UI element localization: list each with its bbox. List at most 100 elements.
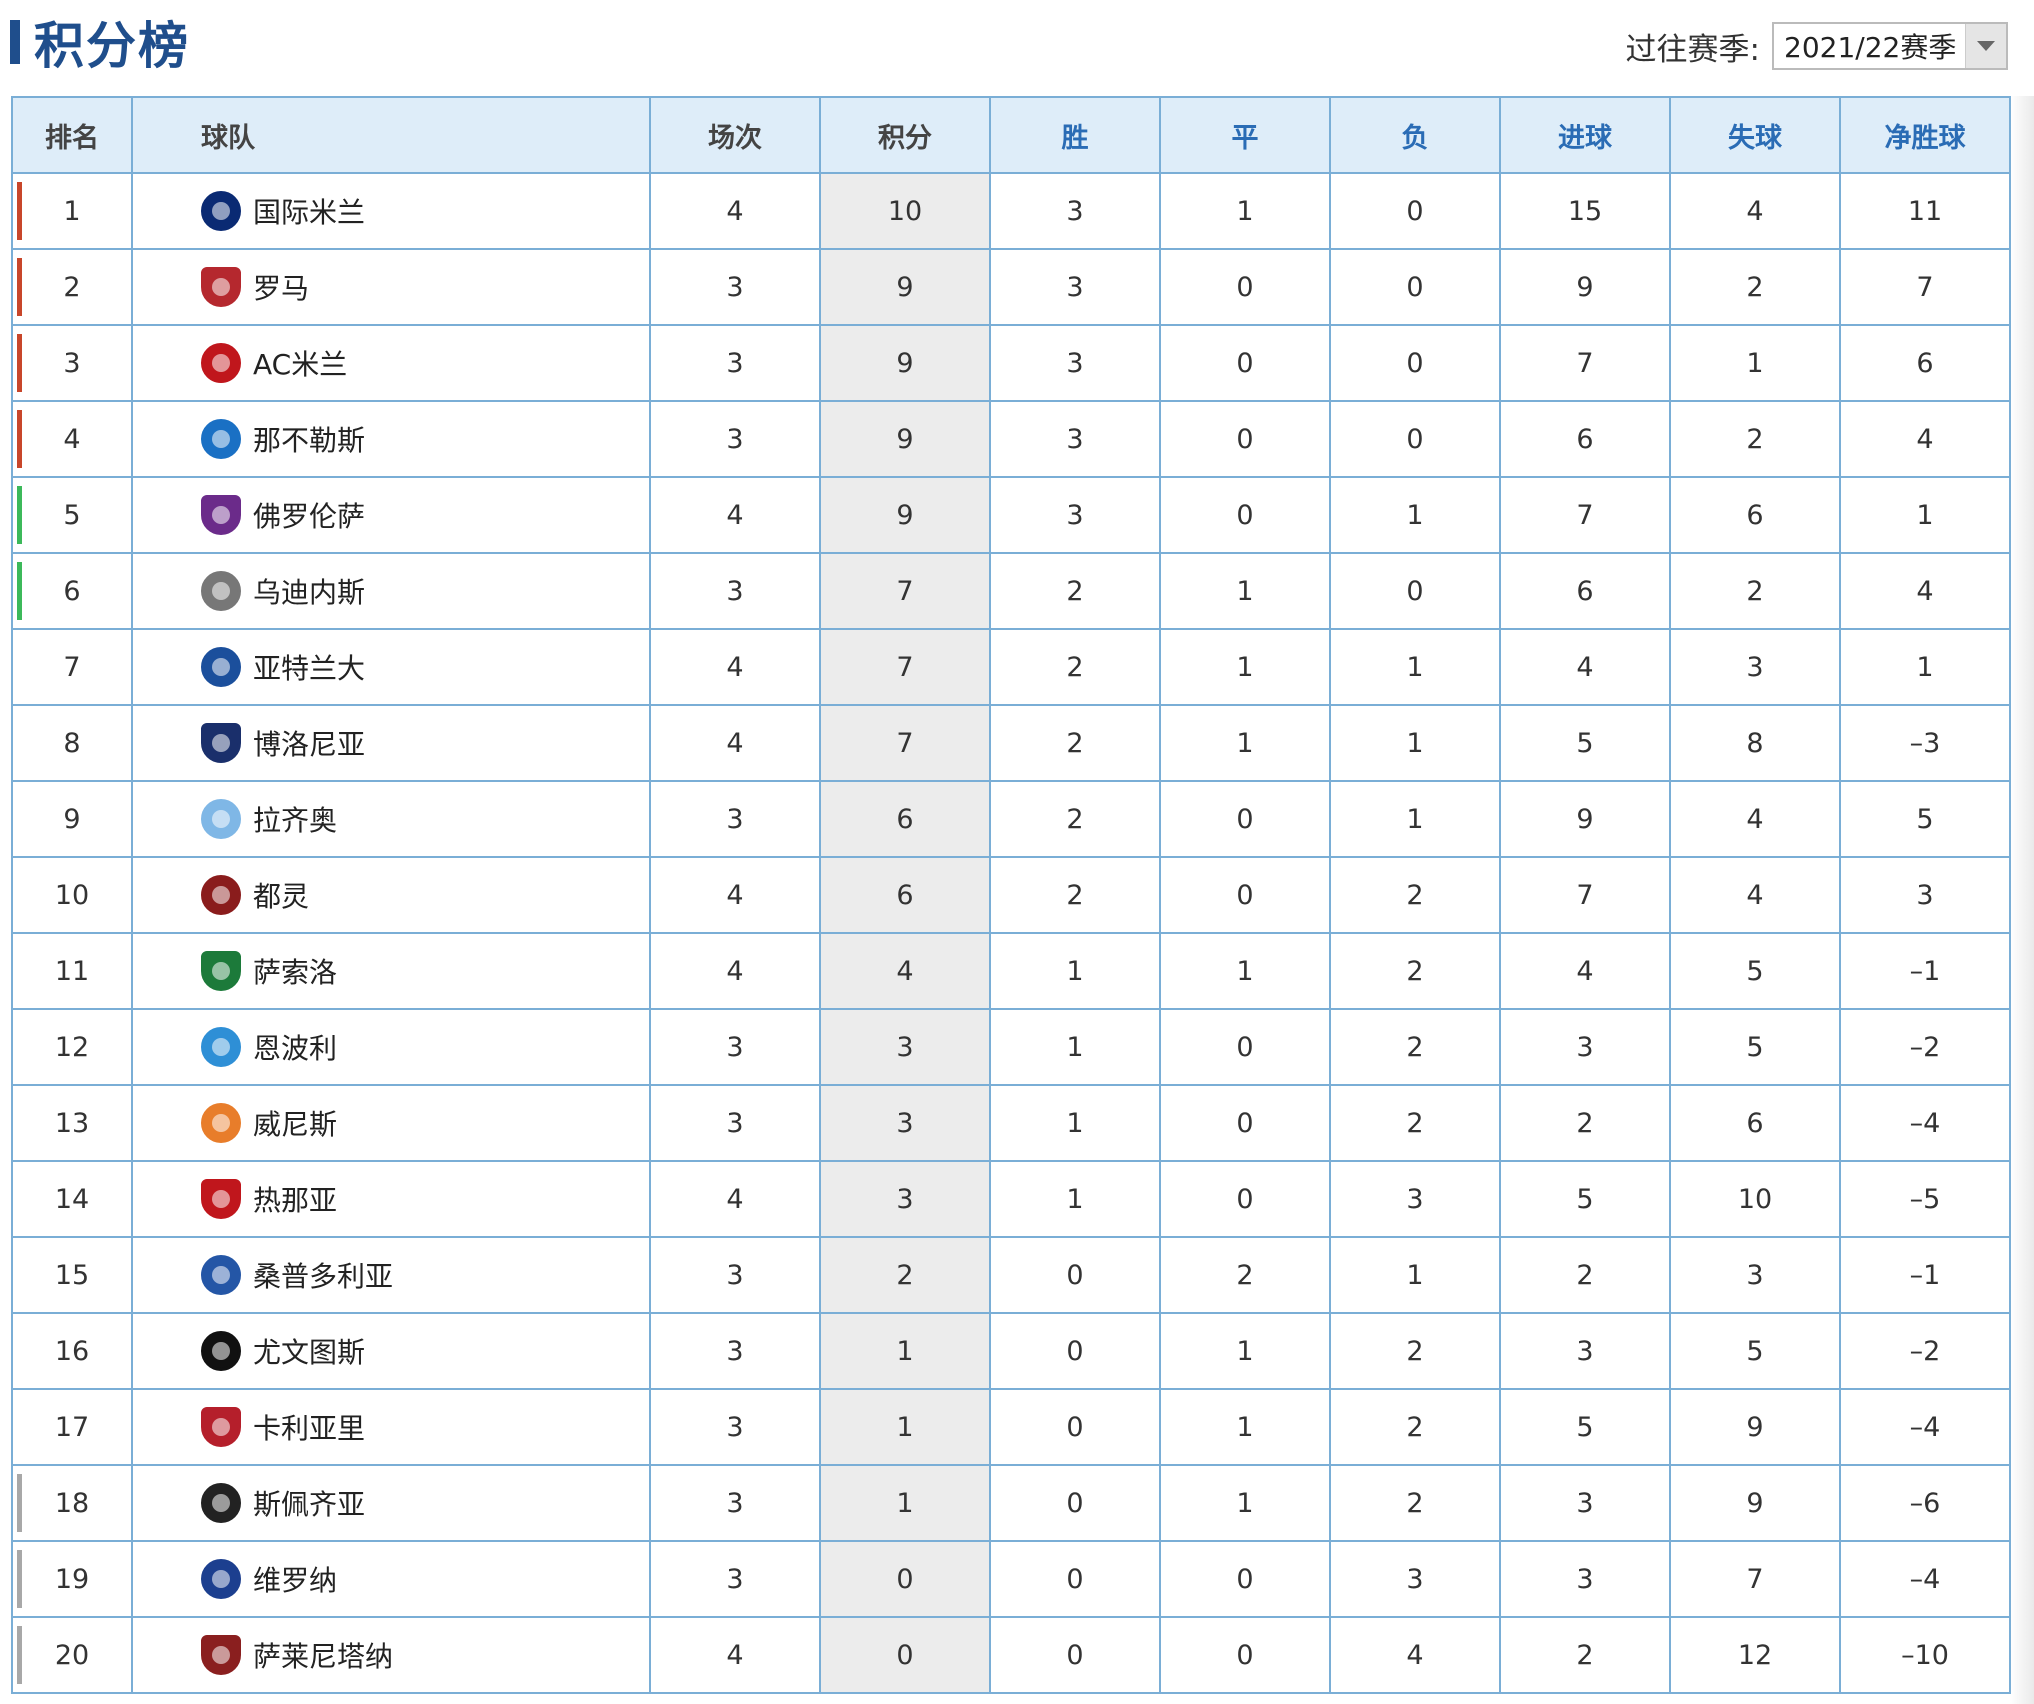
played-cell: 4: [649, 856, 821, 934]
rank-value: 6: [63, 575, 81, 607]
draws-cell: 2: [1159, 1236, 1331, 1314]
team-name-link[interactable]: 乌迪内斯: [253, 571, 365, 611]
team-name-link[interactable]: 萨莱尼塔纳: [253, 1635, 393, 1675]
table-row: 11 萨索洛 4 4 1 1 2 4 5 –1: [11, 932, 2011, 1010]
goals-for-cell: 3: [1499, 1312, 1671, 1390]
goals-for-cell: 3: [1499, 1540, 1671, 1618]
rank-cell: 5: [11, 476, 133, 554]
draws-cell: 1: [1159, 172, 1331, 250]
team-cell: 尤文图斯: [131, 1312, 651, 1390]
season-selected-value: 2021/22赛季: [1784, 31, 1957, 64]
wins-cell: 2: [989, 856, 1161, 934]
team-name-link[interactable]: 国际米兰: [253, 191, 365, 231]
table-row: 10 都灵 4 6 2 0 2 7 4 3: [11, 856, 2011, 934]
table-row: 13 威尼斯 3 3 1 0 2 2 6 –4: [11, 1084, 2011, 1162]
played-cell: 4: [649, 628, 821, 706]
draws-cell: 1: [1159, 932, 1331, 1010]
team-name-link[interactable]: AC米兰: [253, 343, 347, 383]
team-name-link[interactable]: 萨索洛: [253, 951, 337, 991]
rank-value: 12: [54, 1031, 90, 1063]
points-cell: 6: [819, 856, 991, 934]
europa-zone-marker: [17, 562, 22, 620]
rank-value: 18: [54, 1487, 90, 1519]
goals-for-cell: 6: [1499, 400, 1671, 478]
team-cell: 佛罗伦萨: [131, 476, 651, 554]
rank-cell: 14: [11, 1160, 133, 1238]
udinese-crest-icon: [201, 571, 241, 611]
team-name-link[interactable]: 都灵: [253, 875, 309, 915]
wins-cell: 2: [989, 704, 1161, 782]
rank-value: 17: [54, 1411, 90, 1443]
wins-cell: 2: [989, 780, 1161, 858]
standings-table: 排名 球队 场次 积分 胜 平 负 进球 失球 净胜球 1 国际米兰 4 10 3 1 0 1…: [11, 96, 2011, 1694]
napoli-crest-icon: [201, 419, 241, 459]
goals-for-cell: 2: [1499, 1084, 1671, 1162]
draws-cell: 1: [1159, 628, 1331, 706]
team-name-link[interactable]: 那不勒斯: [253, 419, 365, 459]
team-name-link[interactable]: 桑普多利亚: [253, 1255, 393, 1295]
team-name-link[interactable]: 佛罗伦萨: [253, 495, 365, 535]
team-name-link[interactable]: 罗马: [253, 267, 309, 307]
losses-cell: 3: [1329, 1160, 1501, 1238]
points-cell: 9: [819, 248, 991, 326]
empoli-crest-icon: [201, 1027, 241, 1067]
points-cell: 0: [819, 1540, 991, 1618]
rank-value: 15: [54, 1259, 90, 1291]
sampdoria-crest-icon: [201, 1255, 241, 1295]
goals-for-cell: 7: [1499, 324, 1671, 402]
team-name-link[interactable]: 恩波利: [253, 1027, 337, 1067]
season-dropdown[interactable]: 2021/22赛季: [1772, 22, 2008, 70]
rank-cell: 19: [11, 1540, 133, 1618]
header-team: 球队: [131, 96, 651, 174]
atalanta-crest-icon: [201, 647, 241, 687]
team-cell: 萨莱尼塔纳: [131, 1616, 651, 1694]
rank-cell: 15: [11, 1236, 133, 1314]
wins-cell: 2: [989, 552, 1161, 630]
goals-for-cell: 3: [1499, 1464, 1671, 1542]
points-cell: 1: [819, 1464, 991, 1542]
rank-cell: 18: [11, 1464, 133, 1542]
draws-cell: 1: [1159, 1464, 1331, 1542]
team-name-link[interactable]: 维罗纳: [253, 1559, 337, 1599]
page-title-bar: 积分榜: [10, 14, 190, 75]
goals-for-cell: 2: [1499, 1236, 1671, 1314]
team-cell: 那不勒斯: [131, 400, 651, 478]
rank-cell: 11: [11, 932, 133, 1010]
losses-cell: 0: [1329, 248, 1501, 326]
wins-cell: 0: [989, 1464, 1161, 1542]
rank-cell: 13: [11, 1084, 133, 1162]
wins-cell: 1: [989, 1084, 1161, 1162]
team-name-link[interactable]: 博洛尼亚: [253, 723, 365, 763]
chevron-down-icon[interactable]: [1965, 24, 2006, 68]
team-cell: 桑普多利亚: [131, 1236, 651, 1314]
goals-against-cell: 1: [1669, 324, 1841, 402]
rank-cell: 2: [11, 248, 133, 326]
team-name-link[interactable]: 卡利亚里: [253, 1407, 365, 1447]
team-name-link[interactable]: 尤文图斯: [253, 1331, 365, 1371]
rank-value: 14: [54, 1183, 90, 1215]
wins-cell: 1: [989, 1008, 1161, 1086]
team-name-link[interactable]: 斯佩齐亚: [253, 1483, 365, 1523]
rank-cell: 12: [11, 1008, 133, 1086]
wins-cell: 0: [989, 1236, 1161, 1314]
goal-difference-cell: 4: [1839, 400, 2011, 478]
losses-cell: 1: [1329, 704, 1501, 782]
team-cell: 斯佩齐亚: [131, 1464, 651, 1542]
played-cell: 3: [649, 780, 821, 858]
losses-cell: 0: [1329, 324, 1501, 402]
goal-difference-cell: –3: [1839, 704, 2011, 782]
salernitana-crest-icon: [201, 1635, 241, 1675]
draws-cell: 0: [1159, 1084, 1331, 1162]
losses-cell: 3: [1329, 1540, 1501, 1618]
draws-cell: 0: [1159, 1008, 1331, 1086]
table-row: 20 萨莱尼塔纳 4 0 0 0 4 2 12 –10: [11, 1616, 2011, 1694]
rank-value: 4: [63, 423, 81, 455]
team-name-link[interactable]: 亚特兰大: [253, 647, 365, 687]
goals-against-cell: 5: [1669, 1008, 1841, 1086]
team-name-link[interactable]: 热那亚: [253, 1179, 337, 1219]
table-row: 15 桑普多利亚 3 2 0 2 1 2 3 –1: [11, 1236, 2011, 1314]
team-name-link[interactable]: 威尼斯: [253, 1103, 337, 1143]
team-name-link[interactable]: 拉齐奥: [253, 799, 337, 839]
table-row: 16 尤文图斯 3 1 0 1 2 3 5 –2: [11, 1312, 2011, 1390]
table-row: 3 AC米兰 3 9 3 0 0 7 1 6: [11, 324, 2011, 402]
